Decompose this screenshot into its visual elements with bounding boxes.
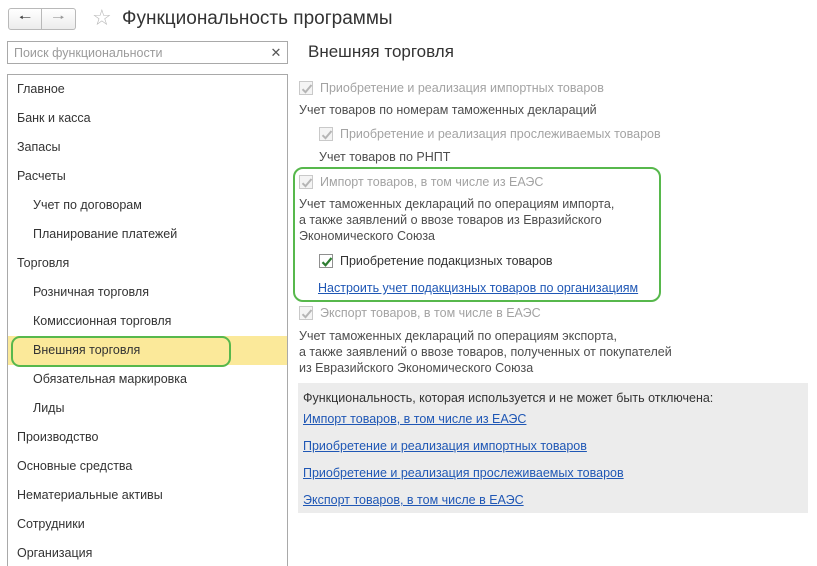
sidebar-item-organization[interactable]: Организация	[8, 539, 287, 566]
sidebar-item-intangible-assets[interactable]: Нематериальные активы	[8, 481, 287, 510]
back-button[interactable]: 🠐	[8, 8, 42, 30]
sidebar-item-leads[interactable]: Лиды	[8, 394, 287, 423]
export-eaeu-checkbox[interactable]	[299, 306, 313, 320]
window-title: Функциональность программы	[122, 8, 393, 29]
traceable-goods-description: Учет товаров по РНПТ	[319, 150, 451, 164]
sidebar-item-commission[interactable]: Комиссионная торговля	[8, 307, 287, 336]
export-eaeu-description-line: а также заявлений о ввозе товаров, получ…	[299, 345, 672, 359]
traceable-goods-label: Приобретение и реализация прослеживаемых…	[340, 127, 661, 141]
search-box: ✕	[7, 41, 288, 64]
export-eaeu-description-line: Учет таможенных деклараций по операциям …	[299, 329, 617, 343]
import-goods-description: Учет товаров по номерам таможенных декла…	[299, 103, 597, 117]
sidebar-item-employees[interactable]: Сотрудники	[8, 510, 287, 539]
sidebar-item-production[interactable]: Производство	[8, 423, 287, 452]
sidebar-item-settlements[interactable]: Расчеты	[8, 162, 287, 191]
info-caption: Функциональность, которая используется и…	[303, 391, 714, 405]
close-icon[interactable]: ✕	[265, 42, 287, 63]
sidebar-item-contracts[interactable]: Учет по договорам	[8, 191, 287, 220]
sidebar-item-trade[interactable]: Торговля	[8, 249, 287, 278]
sidebar-item-retail[interactable]: Розничная торговля	[8, 278, 287, 307]
export-eaeu-label: Экспорт товаров, в том числе в ЕАЭС	[320, 306, 541, 320]
sidebar-item-marking[interactable]: Обязательная маркировка	[8, 365, 287, 394]
import-goods-label: Приобретение и реализация импортных това…	[320, 81, 604, 95]
sidebar-item-fixed-assets[interactable]: Основные средства	[8, 452, 287, 481]
sidebar-item-payment-planning[interactable]: Планирование платежей	[8, 220, 287, 249]
arrow-left-icon: 🠐	[18, 9, 32, 25]
checkmark-icon	[301, 84, 313, 94]
forward-button[interactable]: 🠒	[42, 8, 76, 30]
sidebar-item-main[interactable]: Главное	[8, 75, 287, 104]
sidebar-item-stock[interactable]: Запасы	[8, 133, 287, 162]
export-eaeu-description-line: из Евразийского Экономического Союза	[299, 361, 534, 375]
highlight-frame	[293, 167, 661, 302]
info-link-import-goods[interactable]: Приобретение и реализация импортных това…	[303, 438, 587, 454]
traceable-goods-checkbox[interactable]	[319, 127, 333, 141]
import-goods-checkbox[interactable]	[299, 81, 313, 95]
arrow-right-icon: 🠒	[52, 9, 65, 25]
sidebar: Главное Банк и касса Запасы Расчеты Учет…	[7, 74, 288, 566]
section-title: Внешняя торговля	[308, 42, 454, 61]
search-input[interactable]	[8, 42, 266, 63]
info-link-traceable-goods[interactable]: Приобретение и реализация прослеживаемых…	[303, 465, 624, 481]
sidebar-item-bank[interactable]: Банк и касса	[8, 104, 287, 133]
checkmark-icon	[301, 309, 313, 319]
checkmark-icon	[321, 130, 333, 140]
star-icon[interactable]: ☆	[92, 5, 112, 31]
selection-highlight	[11, 336, 231, 367]
info-link-import-eaeu[interactable]: Импорт товаров, в том числе из ЕАЭС	[303, 411, 526, 427]
info-link-export-eaeu[interactable]: Экспорт товаров, в том числе в ЕАЭС	[303, 492, 524, 508]
